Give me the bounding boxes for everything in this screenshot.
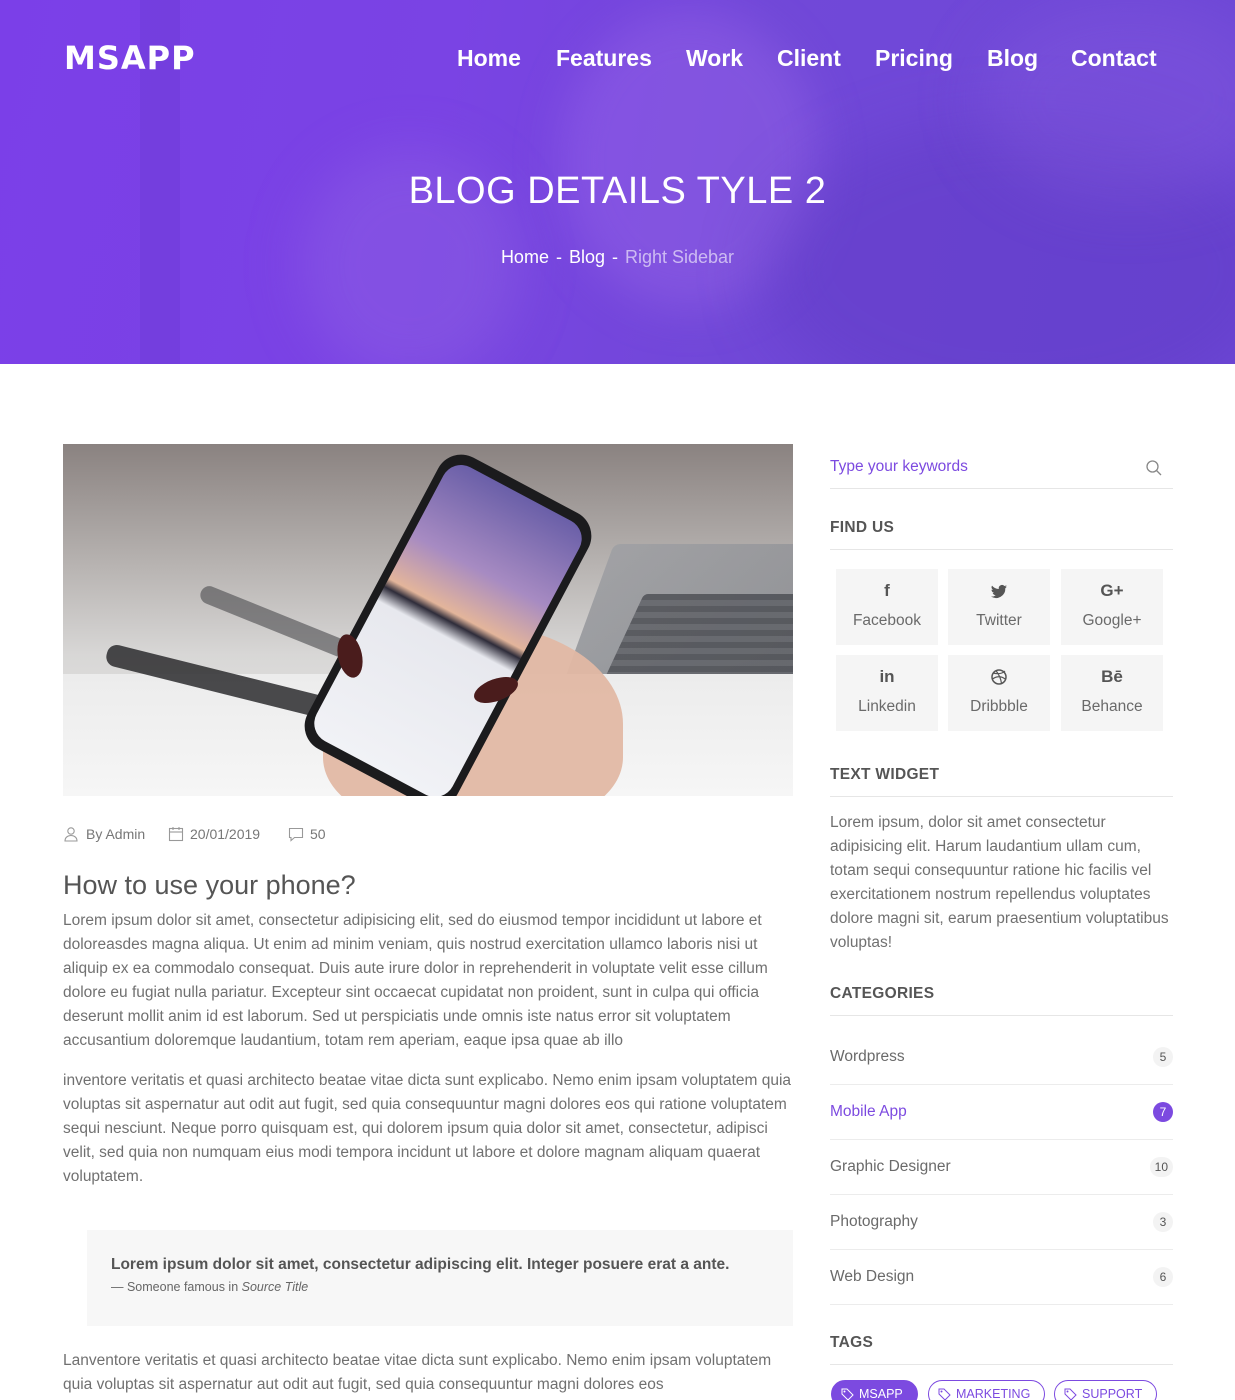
social-label: Twitter [976, 612, 1022, 629]
social-label: Dribbble [970, 698, 1028, 715]
nav-link-blog[interactable]: Blog [987, 44, 1038, 72]
social-label: Behance [1081, 698, 1143, 715]
twitter-icon [991, 584, 1007, 598]
category-name: Graphic Designer [830, 1158, 951, 1175]
category-count-badge: 7 [1153, 1102, 1173, 1122]
social-link-google-plus[interactable]: G+ Google+ [1061, 569, 1163, 645]
tag-icon [1064, 1388, 1077, 1400]
dribbble-icon [991, 669, 1007, 685]
tag-icon [841, 1388, 854, 1400]
linkedin-icon: in [879, 667, 895, 686]
behance-icon: Bē [1101, 667, 1123, 686]
post-featured-image [63, 444, 793, 796]
nav-link-features[interactable]: Features [556, 44, 652, 72]
nav-link-pricing[interactable]: Pricing [875, 44, 953, 72]
category-count-badge: 6 [1153, 1267, 1173, 1287]
breadcrumb-current: Right Sidebar [624, 247, 735, 267]
tag-marketing[interactable]: MARKETING [928, 1380, 1046, 1400]
social-link-facebook[interactable]: f Facebook [836, 569, 938, 645]
widget-title-find-us: FIND US [830, 518, 1173, 550]
comment-icon [288, 827, 304, 842]
nav-link-work[interactable]: Work [686, 44, 743, 72]
post-date-label: 20/01/2019 [190, 826, 261, 842]
category-item-mobile-app[interactable]: Mobile App 7 [830, 1085, 1173, 1140]
quote-source: — Someone famous in Source Title [111, 1278, 769, 1296]
category-item-graphic-designer[interactable]: Graphic Designer 10 [830, 1140, 1173, 1195]
nav-link-client[interactable]: Client [777, 44, 841, 72]
category-item-photography[interactable]: Photography 3 [830, 1195, 1173, 1250]
category-count-badge: 5 [1153, 1047, 1173, 1067]
tag-icon [938, 1388, 951, 1400]
blockquote: Lorem ipsum dolor sit amet, consectetur … [87, 1230, 793, 1326]
widget-title-tags: TAGS [830, 1333, 1173, 1365]
post-paragraph: inventore veritatis et quasi architecto … [63, 1072, 792, 1185]
social-link-behance[interactable]: Bē Behance [1061, 655, 1163, 731]
post-paragraph: Lorem ipsum dolor sit amet, consectetur … [63, 912, 768, 1049]
widget-title-categories: CATEGORIES [830, 984, 1173, 1016]
post-title: How to use your phone? [63, 870, 356, 900]
category-list: Wordpress 5 Mobile App 7 Graphic Designe… [830, 1030, 1173, 1305]
social-link-dribbble[interactable]: Dribbble [948, 655, 1050, 731]
category-item-wordpress[interactable]: Wordpress 5 [830, 1030, 1173, 1085]
breadcrumb-separator: - [555, 247, 562, 267]
calendar-icon [168, 827, 184, 842]
quote-source-title: Source Title [241, 1280, 309, 1294]
tag-label: MARKETING [956, 1387, 1031, 1400]
search-icon[interactable] [1145, 459, 1163, 477]
social-label: Facebook [852, 612, 922, 629]
social-link-linkedin[interactable]: in Linkedin [836, 655, 938, 731]
user-icon [64, 827, 78, 842]
social-label: Google+ [1082, 612, 1142, 629]
sidebar-search [830, 450, 1173, 489]
search-input[interactable] [830, 450, 1130, 484]
page-header-banner: MSAPP Home Features Work Client Pricing … [0, 0, 1235, 364]
post-paragraph: Lanventore veritatis et quasi architecto… [63, 1352, 772, 1393]
quote-text: Lorem ipsum dolor sit amet, consectetur … [111, 1256, 730, 1273]
tag-msapp[interactable]: MSAPP [831, 1380, 918, 1400]
tag-label: MSAPP [859, 1387, 903, 1400]
social-label: Linkedin [858, 698, 916, 715]
category-item-web-design[interactable]: Web Design 6 [830, 1250, 1173, 1305]
widget-title-text-widget: TEXT WIDGET [830, 765, 1173, 797]
main-navigation: Home Features Work Client Pricing Blog C… [0, 44, 1235, 72]
category-name: Web Design [830, 1268, 915, 1285]
google-plus-icon: G+ [1100, 581, 1124, 600]
category-count-badge: 10 [1149, 1157, 1173, 1177]
nav-link-contact[interactable]: Contact [1071, 44, 1157, 72]
nav-link-home[interactable]: Home [457, 44, 521, 72]
tag-support[interactable]: SUPPORT [1054, 1380, 1158, 1400]
quote-source-prefix: — Someone famous in [111, 1280, 242, 1294]
social-link-twitter[interactable]: Twitter [948, 569, 1050, 645]
category-name: Wordpress [830, 1048, 905, 1065]
category-name: Photography [830, 1213, 918, 1230]
tag-label: SUPPORT [1082, 1387, 1143, 1400]
post-author-label: By Admin [86, 826, 146, 842]
breadcrumb: Home - Blog - Right Sidebar [0, 245, 1235, 269]
post-comments-count: 50 [310, 826, 326, 842]
text-widget-body: Lorem ipsum, dolor sit amet consectetur … [830, 814, 1169, 951]
page-title: BLOG DETAILS TYLE 2 [408, 170, 827, 212]
facebook-icon: f [884, 581, 890, 600]
breadcrumb-separator: - [611, 247, 618, 267]
category-count-badge: 3 [1153, 1212, 1173, 1232]
breadcrumb-home[interactable]: Home [501, 247, 549, 267]
breadcrumb-blog[interactable]: Blog [569, 247, 605, 267]
category-name: Mobile App [830, 1103, 907, 1120]
